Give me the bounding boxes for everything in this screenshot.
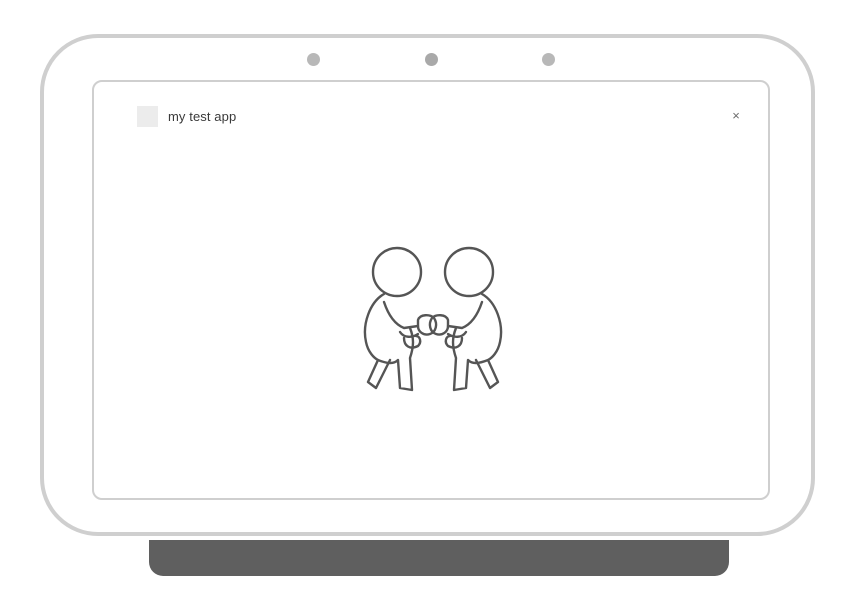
close-icon[interactable]: × xyxy=(728,108,744,124)
device-sensor-dot xyxy=(307,53,320,66)
left-figure-arm xyxy=(382,300,420,338)
right-figure-fist xyxy=(428,314,450,336)
app-title: my test app xyxy=(168,109,237,124)
right-figure-arm xyxy=(446,300,484,338)
device-mockup: my test app × xyxy=(0,0,856,605)
device-sensor-dot xyxy=(542,53,555,66)
device-camera-dot xyxy=(425,53,438,66)
right-figure-head xyxy=(443,246,495,298)
fist-bump-illustration xyxy=(363,246,503,392)
device-screen: my test app × xyxy=(92,80,770,500)
left-figure-head xyxy=(371,246,423,298)
app-placeholder-icon xyxy=(137,106,158,127)
device-stand xyxy=(149,540,729,576)
